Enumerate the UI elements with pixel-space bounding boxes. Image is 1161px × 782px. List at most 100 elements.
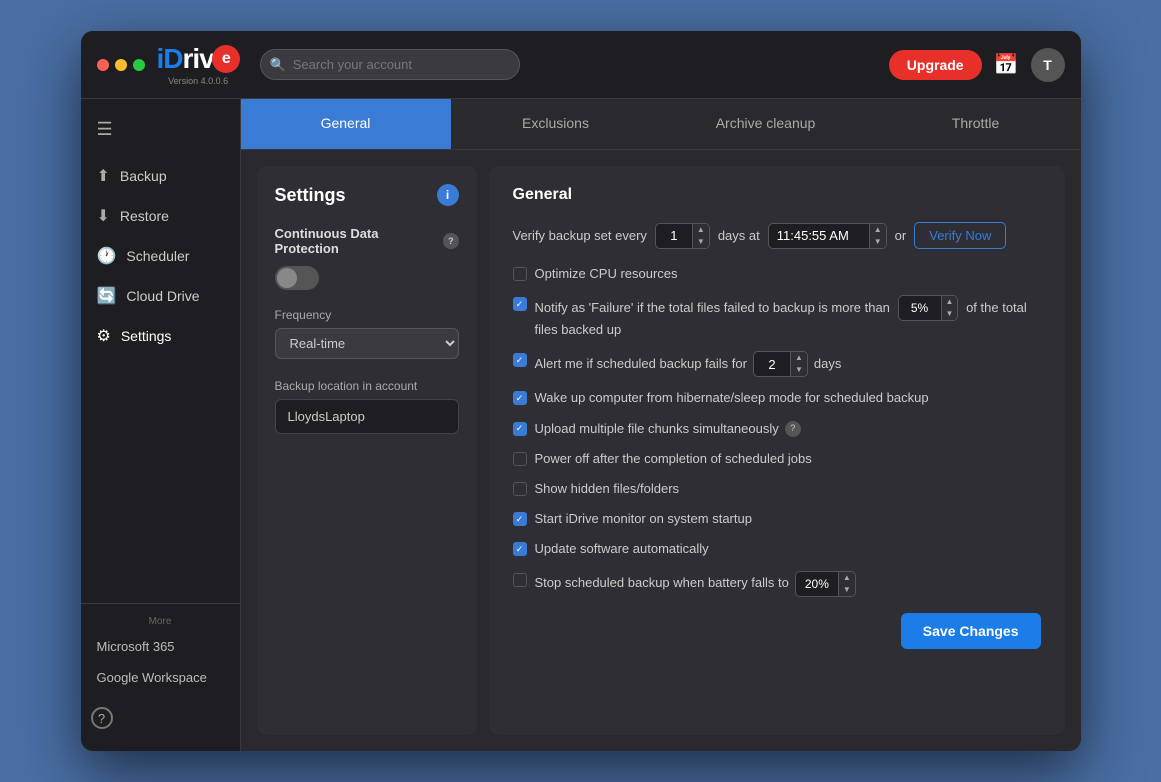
alert-days-input[interactable] [754,353,790,376]
battery-percent-up[interactable]: ▲ [839,572,855,584]
title-bar: iDrive Version 4.0.0.6 🔍 Upgrade 📅 T [81,31,1081,99]
start-monitor-label: Start iDrive monitor on system startup [535,510,752,528]
backup-location-input[interactable] [275,399,459,434]
optimize-cpu-label: Optimize CPU resources [535,265,678,283]
failure-percent-spinners: ▲ ▼ [941,296,958,320]
sidebar-item-backup-label: Backup [120,168,167,184]
tab-general[interactable]: General [241,99,451,149]
verify-time-input[interactable] [769,224,869,247]
upload-chunks-label: Upload multiple file chunks simultaneous… [535,420,801,438]
frequency-select[interactable]: Real-time Every 5 min Every 15 min Every… [275,328,459,359]
checkbox-alert-scheduled: Alert me if scheduled backup fails for ▲… [513,351,1041,377]
power-off-checkbox[interactable] [513,452,527,466]
checkbox-stop-battery: Stop scheduled backup when battery falls… [513,571,1041,597]
main-layout: ☰ ⬆ Backup ⬇ Restore 🕐 Scheduler 🔄 Cloud… [81,99,1081,751]
failure-percent-down[interactable]: ▼ [942,308,958,320]
minimize-button[interactable] [115,59,127,71]
save-changes-button[interactable]: Save Changes [901,613,1041,649]
verify-now-button[interactable]: Verify Now [914,222,1006,249]
sidebar-item-cloud-drive[interactable]: 🔄 Cloud Drive [81,276,240,316]
sidebar-item-microsoft365[interactable]: Microsoft 365 [81,631,240,662]
checkbox-show-hidden: Show hidden files/folders [513,480,1041,498]
verify-time-spinners: ▲ ▼ [869,224,886,248]
sidebar-more: More Microsoft 365 Google Workspace ? [81,603,240,739]
window-controls [97,59,145,71]
backup-location-section: Backup location in account [275,379,459,434]
title-bar-right: Upgrade 📅 T [889,48,1065,82]
settings-info-icon[interactable]: i [437,184,459,206]
tab-exclusions[interactable]: Exclusions [451,99,661,149]
settings-icon: ⚙ [97,326,111,346]
wake-computer-checkbox[interactable] [513,391,527,405]
battery-percent-spinners: ▲ ▼ [838,572,855,596]
cdp-help-icon[interactable]: ? [443,233,458,249]
frequency-label: Frequency [275,308,459,322]
logo: iDrive [157,43,240,75]
alert-days-up[interactable]: ▲ [791,352,807,364]
verify-label: Verify backup set every [513,228,647,243]
cdp-toggle[interactable] [275,266,319,290]
close-button[interactable] [97,59,109,71]
verify-days-input[interactable] [656,224,692,247]
alert-scheduled-checkbox[interactable] [513,353,527,367]
verify-days-input-wrap: ▲ ▼ [655,223,710,249]
tab-archive-cleanup[interactable]: Archive cleanup [661,99,871,149]
update-auto-checkbox[interactable] [513,542,527,556]
google-workspace-label: Google Workspace [97,670,207,685]
battery-percent-input[interactable] [796,574,838,594]
optimize-cpu-checkbox[interactable] [513,267,527,281]
search-input[interactable] [260,49,520,80]
avatar[interactable]: T [1031,48,1065,82]
notify-failure-checkbox[interactable] [513,297,527,311]
search-bar[interactable]: 🔍 [260,49,520,80]
failure-percent-up[interactable]: ▲ [942,296,958,308]
upload-chunks-checkbox[interactable] [513,422,527,436]
battery-percent-down[interactable]: ▼ [839,584,855,596]
sidebar-item-google-workspace[interactable]: Google Workspace [81,662,240,693]
restore-icon: ⬇ [97,206,110,226]
verify-time-up[interactable]: ▲ [870,224,886,236]
cloud-drive-icon: 🔄 [97,286,117,306]
show-hidden-checkbox[interactable] [513,482,527,496]
backup-icon: ⬆ [97,166,110,186]
verify-days-up[interactable]: ▲ [693,224,709,236]
calendar-icon[interactable]: 📅 [994,52,1019,77]
notify-failure-label: Notify as 'Failure' if the total files f… [535,295,1041,339]
start-monitor-checkbox[interactable] [513,512,527,526]
sidebar-item-restore[interactable]: ⬇ Restore [81,196,240,236]
alert-days-wrap: ▲ ▼ [753,351,808,377]
wake-computer-label: Wake up computer from hibernate/sleep mo… [535,389,929,407]
alert-days-spinners: ▲ ▼ [790,352,807,376]
search-icon: 🔍 [270,57,286,73]
failure-percent-input[interactable] [899,298,941,318]
cdp-label: Continuous Data Protection ? [275,226,459,256]
sidebar: ☰ ⬆ Backup ⬇ Restore 🕐 Scheduler 🔄 Cloud… [81,99,241,751]
upgrade-button[interactable]: Upgrade [889,50,982,80]
verify-days-down[interactable]: ▼ [693,236,709,248]
checkbox-upload-chunks: Upload multiple file chunks simultaneous… [513,420,1041,438]
verify-time-down[interactable]: ▼ [870,236,886,248]
backup-location-label: Backup location in account [275,379,459,393]
sidebar-item-restore-label: Restore [120,208,169,224]
more-label: More [81,612,240,631]
hamburger-button[interactable]: ☰ [81,111,240,148]
help-button[interactable]: ? [81,697,123,739]
verify-or-label: or [895,228,907,243]
sidebar-item-settings-label: Settings [121,328,172,344]
cdp-toggle-wrap [275,266,459,290]
tab-throttle[interactable]: Throttle [871,99,1081,149]
alert-scheduled-label: Alert me if scheduled backup fails for ▲… [535,351,842,377]
settings-panel-title: Settings [275,185,346,206]
microsoft365-label: Microsoft 365 [97,639,175,654]
sidebar-item-scheduler[interactable]: 🕐 Scheduler [81,236,240,276]
verify-row: Verify backup set every ▲ ▼ days at [513,222,1041,249]
sidebar-item-settings[interactable]: ⚙ Settings [81,316,240,356]
alert-days-down[interactable]: ▼ [791,364,807,376]
toggle-thumb [277,268,297,288]
tabs-bar: General Exclusions Archive cleanup Throt… [241,99,1081,150]
upload-chunks-info-icon[interactable]: ? [785,421,801,437]
stop-battery-checkbox[interactable] [513,573,527,587]
power-off-label: Power off after the completion of schedu… [535,450,812,468]
maximize-button[interactable] [133,59,145,71]
sidebar-item-backup[interactable]: ⬆ Backup [81,156,240,196]
